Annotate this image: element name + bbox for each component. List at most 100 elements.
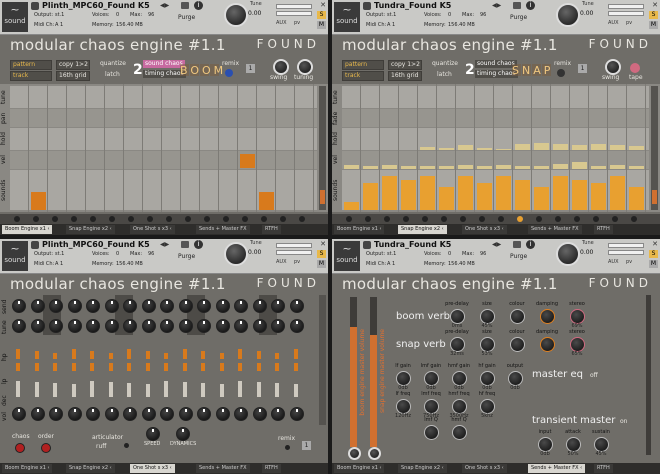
tune-knob[interactable]: [86, 319, 100, 333]
tab-2[interactable]: One Shot s x3 ‹: [462, 225, 507, 234]
vol-knob[interactable]: [49, 407, 63, 421]
hp-bar[interactable]: [201, 351, 205, 359]
boom_knobs-knob-0[interactable]: [450, 309, 465, 324]
tab-0[interactable]: Boom Engine x1 ‹: [2, 464, 53, 473]
snap_knobs-knob-0[interactable]: [450, 337, 465, 352]
hold-bar[interactable]: [591, 144, 606, 150]
scroll-thumb[interactable]: [652, 190, 657, 204]
tab-2[interactable]: One Shot s x3 ‹: [130, 225, 175, 234]
track-select[interactable]: track: [10, 71, 52, 81]
hold-bar[interactable]: [496, 149, 511, 150]
hp-bar[interactable]: [145, 351, 150, 359]
transient_knobs-knob-0[interactable]: [538, 437, 553, 452]
vol-knob[interactable]: [123, 407, 137, 421]
wrench-icon[interactable]: [363, 241, 371, 249]
eq_row1-knob-0[interactable]: [396, 371, 411, 386]
dec-bar[interactable]: [201, 383, 205, 397]
boom_knobs-knob-3[interactable]: [540, 309, 555, 324]
hold-bar[interactable]: [610, 145, 625, 150]
vel-bar[interactable]: [401, 165, 416, 169]
send-knob[interactable]: [30, 299, 45, 313]
copy-button[interactable]: copy 1>2: [56, 60, 90, 70]
vol-knob[interactable]: [289, 407, 304, 421]
vol-knob[interactable]: [104, 407, 119, 421]
remix-dot[interactable]: [557, 69, 565, 77]
tab-4[interactable]: RTFH: [594, 464, 613, 473]
scroll-thumb[interactable]: [320, 190, 325, 204]
vel-bar[interactable]: [439, 165, 454, 169]
swing-knob[interactable]: [605, 59, 621, 75]
articulator-dot[interactable]: [124, 443, 129, 448]
pattern-select[interactable]: pattern: [342, 60, 384, 70]
vel-bar[interactable]: [591, 165, 606, 169]
sound-bar[interactable]: [401, 179, 416, 210]
sound-bar[interactable]: [439, 187, 454, 210]
lp-bar[interactable]: [293, 363, 298, 371]
close-icon[interactable]: ✕: [652, 240, 658, 248]
boom-volume-slider[interactable]: [350, 297, 357, 447]
sound-bar[interactable]: [382, 175, 397, 210]
tab-3[interactable]: Sends + Master FX: [196, 464, 250, 473]
hp-bar[interactable]: [16, 349, 20, 359]
tune-knob[interactable]: [289, 319, 304, 333]
send-knob[interactable]: [104, 299, 119, 313]
snap-volume-knob[interactable]: [368, 447, 381, 460]
grid-select[interactable]: 16th grid: [56, 71, 90, 81]
tuning-knob[interactable]: [297, 59, 313, 75]
dec-bar[interactable]: [238, 381, 242, 397]
tab-0[interactable]: Boom Engine x1 ‹: [334, 225, 385, 234]
eq_row3-knob-0[interactable]: [424, 425, 439, 440]
vol-knob[interactable]: [234, 407, 248, 421]
prev-next-icon[interactable]: ◀▶: [492, 241, 501, 248]
send-knob[interactable]: [178, 299, 193, 313]
send-knob[interactable]: [215, 299, 230, 313]
vertical-scrollbar[interactable]: [651, 86, 658, 210]
vol-knob[interactable]: [197, 407, 211, 421]
speed-knob[interactable]: [146, 427, 160, 441]
close-icon[interactable]: ✕: [652, 1, 658, 9]
tab-3[interactable]: Sends + Master FX: [196, 225, 250, 234]
tune-knob[interactable]: [12, 319, 26, 333]
tab-4[interactable]: RTFH: [262, 225, 281, 234]
lp-bar[interactable]: [145, 363, 150, 371]
tune-knob[interactable]: [234, 319, 248, 333]
hp-bar[interactable]: [34, 351, 39, 359]
boom-volume-knob[interactable]: [348, 447, 361, 460]
sound-bar[interactable]: [477, 183, 492, 210]
info-icon[interactable]: i: [194, 240, 203, 249]
tune-knob[interactable]: [104, 319, 119, 333]
boom_knobs-knob-2[interactable]: [510, 309, 525, 324]
send-knob[interactable]: [12, 299, 26, 313]
boom_knobs-knob-1[interactable]: [480, 309, 495, 324]
info-icon[interactable]: i: [194, 1, 203, 10]
snap_knobs-knob-3[interactable]: [540, 337, 555, 352]
send-knob[interactable]: [67, 299, 82, 313]
hold-bar[interactable]: [629, 146, 644, 150]
lp-bar[interactable]: [164, 363, 168, 371]
master-output-meter[interactable]: [646, 295, 651, 455]
bank-number[interactable]: 2: [465, 62, 475, 78]
tune-knob[interactable]: [224, 242, 248, 266]
purge-menu[interactable]: Purge: [178, 253, 195, 260]
close-icon[interactable]: ✕: [320, 1, 326, 9]
tune-knob[interactable]: [556, 242, 580, 266]
vertical-scrollbar[interactable]: [319, 295, 326, 425]
info-icon[interactable]: i: [526, 240, 535, 249]
snap-volume-slider[interactable]: [370, 297, 377, 447]
sound-bar[interactable]: [629, 187, 644, 210]
send-knob[interactable]: [271, 299, 285, 313]
tab-1[interactable]: Snap Engine x2 ‹: [66, 464, 115, 473]
dec-bar[interactable]: [71, 384, 76, 397]
vertical-scrollbar[interactable]: [319, 86, 326, 210]
wrench-icon[interactable]: [31, 241, 39, 249]
transient_knobs-knob-2[interactable]: [594, 437, 609, 452]
dec-bar[interactable]: [293, 384, 298, 397]
snap_knobs-knob-4[interactable]: [570, 337, 585, 352]
tune-knob[interactable]: [215, 319, 230, 333]
sound-bar[interactable]: [344, 202, 359, 210]
output-value[interactable]: st.1: [387, 12, 396, 18]
dec-bar[interactable]: [256, 382, 261, 397]
dec-bar[interactable]: [16, 381, 20, 397]
tab-2[interactable]: One Shot s x3 ‹: [130, 464, 175, 473]
wrench-icon[interactable]: [363, 2, 371, 10]
